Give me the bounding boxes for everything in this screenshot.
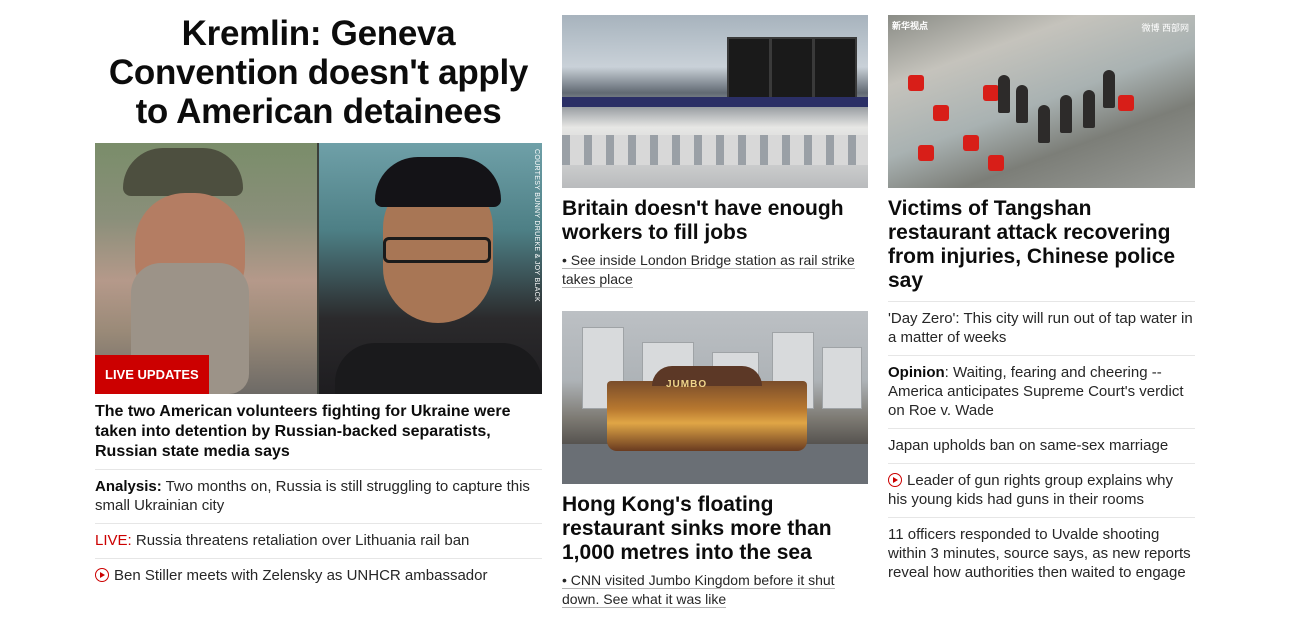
live-label: LIVE: (95, 532, 132, 549)
person (1038, 105, 1050, 143)
ticket-gates (562, 135, 868, 165)
chair (983, 85, 999, 101)
hair (375, 157, 501, 207)
story-sub-link[interactable]: • CNN visited Jumbo Kingdom before it sh… (562, 571, 868, 609)
departure-board (770, 37, 814, 101)
right-link-video[interactable]: Leader of gun rights group explains why … (888, 463, 1195, 517)
right-stories: 新华视点 微博 西部网 Victims of Tangshan restaura… (888, 0, 1195, 590)
analysis-label: Analysis: (95, 478, 162, 495)
building (822, 347, 862, 409)
related-link-analysis[interactable]: Analysis: Two months on, Russia is still… (95, 469, 542, 523)
person (1016, 85, 1028, 123)
story-title[interactable]: Britain doesn't have enough workers to f… (562, 197, 868, 245)
cap (123, 148, 243, 196)
sub-link-text: • See inside London Bridge station as ra… (562, 252, 855, 288)
story-title[interactable]: Hong Kong's floating restaurant sinks mo… (562, 493, 868, 565)
lead-story: Kremlin: Geneva Convention doesn't apply… (95, 0, 542, 593)
chair (933, 105, 949, 121)
play-icon (95, 568, 109, 582)
lead-related-links: Analysis: Two months on, Russia is still… (95, 469, 542, 593)
link-text: Leader of gun rights group explains why … (888, 472, 1174, 508)
sub-link-text: • CNN visited Jumbo Kingdom before it sh… (562, 572, 835, 608)
person (1103, 70, 1115, 108)
lead-image[interactable]: COURTESY BUNNY DRUEKE & JOY BLACK LIVE U… (95, 143, 542, 394)
cctv-image[interactable]: 新华视点 微博 西部网 (888, 15, 1195, 188)
chair (1118, 95, 1134, 111)
jumbo-image[interactable]: JUMBO (562, 311, 868, 484)
link-text: Ben Stiller meets with Zelensky as UNHCR… (114, 567, 488, 584)
live-updates-badge[interactable]: LIVE UPDATES (95, 355, 209, 394)
play-icon (888, 473, 902, 487)
right-link-opinion[interactable]: Opinion: Waiting, fearing and cheering -… (888, 355, 1195, 428)
chair (918, 145, 934, 161)
lead-headline[interactable]: Kremlin: Geneva Convention doesn't apply… (95, 14, 542, 131)
link-text: Russia threatens retaliation over Lithua… (131, 532, 470, 549)
station-image[interactable] (562, 15, 868, 188)
related-link-video[interactable]: Ben Stiller meets with Zelensky as UNHCR… (95, 558, 542, 593)
person (1060, 95, 1072, 133)
right-link[interactable]: 'Day Zero': This city will run out of ta… (888, 301, 1195, 355)
right-link[interactable]: Japan upholds ban on same-sex marriage (888, 428, 1195, 463)
shirt (335, 343, 542, 394)
jumbo-sign: JUMBO (666, 379, 708, 390)
floating-restaurant (607, 381, 807, 451)
story-title[interactable]: Victims of Tangshan restaurant attack re… (888, 197, 1195, 293)
cctv-tag: 微博 西部网 (1141, 23, 1189, 33)
related-link-live[interactable]: LIVE: Russia threatens retaliation over … (95, 523, 542, 558)
middle-stories: Britain doesn't have enough workers to f… (562, 0, 868, 609)
right-related-links: 'Day Zero': This city will run out of ta… (888, 301, 1195, 590)
departure-board (813, 37, 857, 101)
chair (963, 135, 979, 151)
departure-board (727, 37, 771, 101)
platform-signs (562, 97, 868, 107)
lead-summary[interactable]: The two American volunteers fighting for… (95, 402, 542, 462)
story-sub-link[interactable]: • See inside London Bridge station as ra… (562, 251, 868, 289)
right-link[interactable]: 11 officers responded to Uvalde shooting… (888, 517, 1195, 590)
opinion-label: Opinion (888, 364, 945, 381)
image-credit: COURTESY BUNNY DRUEKE & JOY BLACK (533, 149, 540, 302)
chair (988, 155, 1004, 171)
glasses (383, 237, 491, 263)
cctv-logo: 新华视点 (892, 21, 929, 31)
chair (908, 75, 924, 91)
person (1083, 90, 1095, 128)
person (998, 75, 1010, 113)
